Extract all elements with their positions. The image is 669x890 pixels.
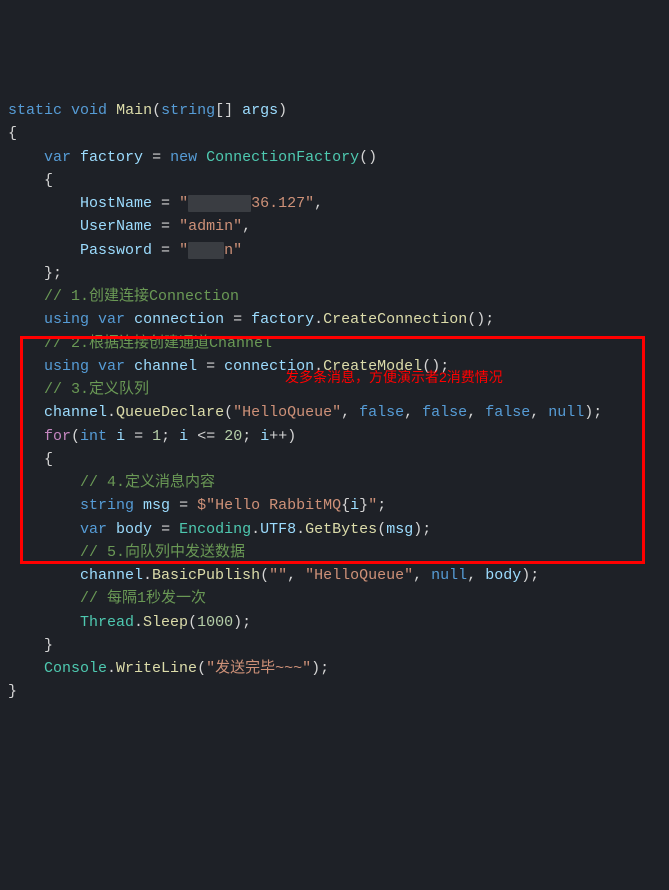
str-host-post: 36.127" [251, 195, 314, 212]
kw-string: string [161, 102, 215, 119]
str-user: "admin" [179, 218, 242, 235]
method-main: Main [116, 102, 152, 119]
annotation-text: 发多条消息，方便演示者2消费情况 [285, 367, 503, 389]
prop-hostname: HostName [80, 195, 152, 212]
comment-1: // 1.创建连接Connection [44, 288, 239, 305]
method-createconnection: CreateConnection [323, 311, 467, 328]
type-console: Console [44, 660, 107, 677]
type-connectionfactory: ConnectionFactory [206, 149, 359, 166]
var-connection: connection [134, 311, 224, 328]
comment-4: // 4.定义消息内容 [80, 474, 215, 491]
kw-string2: string [80, 497, 134, 514]
comment-5: // 5.向队列中发送数据 [80, 544, 245, 561]
kw-static: static [8, 102, 62, 119]
method-writeline: WriteLine [116, 660, 197, 677]
method-basicpublish: BasicPublish [152, 567, 260, 584]
str-pass-pre: " [179, 242, 188, 259]
kw-void: void [71, 102, 107, 119]
var-factory: factory [80, 149, 143, 166]
censored-host: XXXXXXX [188, 195, 251, 212]
str-host-pre: " [179, 195, 188, 212]
kw-int: int [80, 428, 107, 445]
method-queuedeclare: QueueDeclare [116, 404, 224, 421]
method-getbytes: GetBytes [305, 521, 377, 538]
comment-6: // 每隔1秒发一次 [80, 590, 206, 607]
str-pass-post: n" [224, 242, 242, 259]
comment-3: // 3.定义队列 [44, 381, 149, 398]
censored-pass: XXXX [188, 242, 224, 259]
str-done: "发送完毕~~~" [206, 660, 311, 677]
code-block: static void Main(string[] args) { var fa… [8, 99, 661, 704]
prop-password: Password [80, 242, 152, 259]
var-msg: msg [143, 497, 170, 514]
var-body: body [116, 521, 152, 538]
comment-2: // 2.根据连接创建通道Channel [44, 335, 272, 352]
type-thread: Thread [80, 614, 134, 631]
kw-for: for [44, 428, 71, 445]
prop-utf8: UTF8 [260, 521, 296, 538]
kw-using: using [44, 311, 89, 328]
var-i: i [116, 428, 125, 445]
type-encoding: Encoding [179, 521, 251, 538]
kw-new: new [170, 149, 197, 166]
method-sleep: Sleep [143, 614, 188, 631]
kw-var: var [44, 149, 71, 166]
str-helloqueue: "HelloQueue" [233, 404, 341, 421]
param-args: args [242, 102, 278, 119]
prop-username: UserName [80, 218, 152, 235]
var-channel: channel [134, 358, 197, 375]
